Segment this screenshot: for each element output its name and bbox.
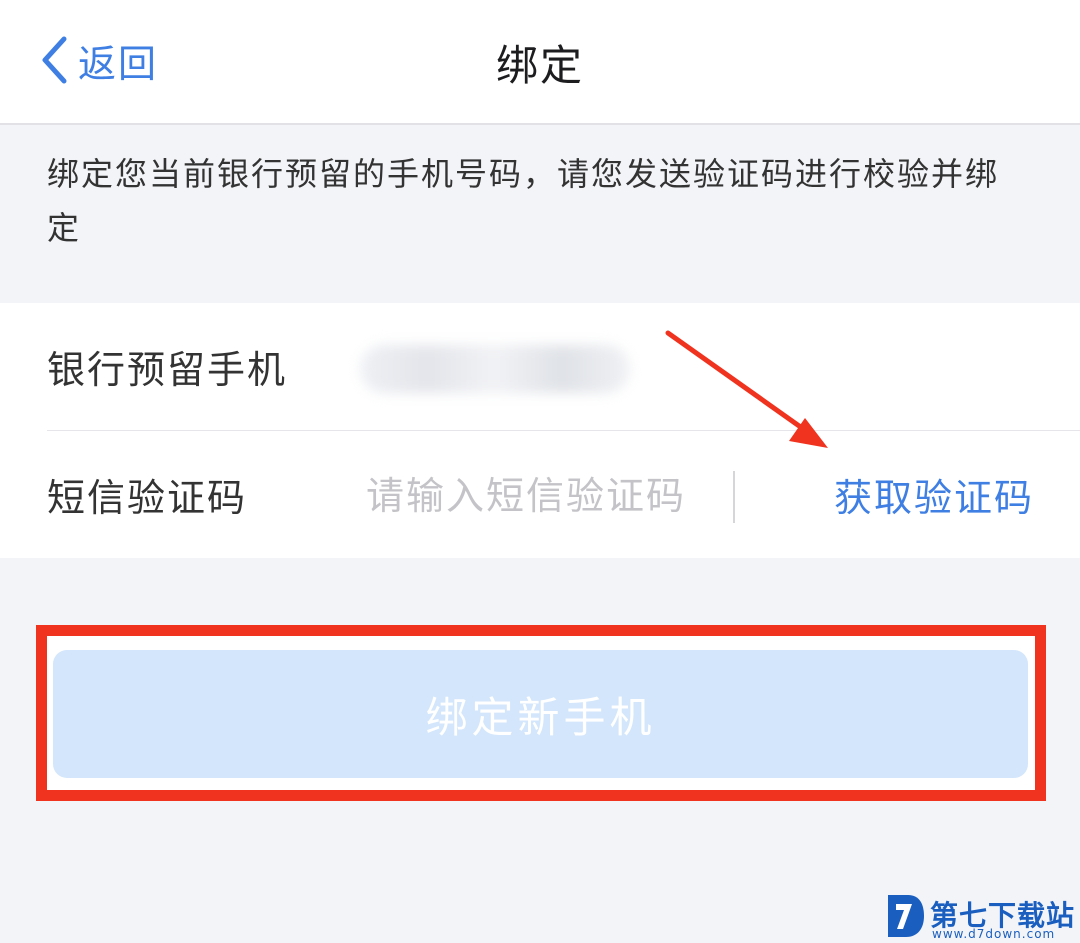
d7-logo-icon [888, 895, 924, 937]
bank-phone-label: 银行预留手机 [47, 348, 288, 392]
sms-code-row: 短信验证码 获取验证码 [0, 431, 1080, 558]
input-divider [733, 471, 735, 523]
get-code-button[interactable]: 获取验证码 [834, 467, 1034, 522]
bind-new-phone-button[interactable]: 绑定新手机 [53, 650, 1028, 778]
bind-description: 绑定您当前银行预留的手机号码，请您发送验证码进行校验并绑定 [47, 155, 1000, 247]
page-title: 绑定 [495, 41, 584, 90]
bind-form: 银行预留手机 短信验证码 获取验证码 [0, 303, 1080, 558]
navigation-bar: 返回 绑定 [0, 0, 1080, 125]
bank-phone-row: 银行预留手机 [0, 303, 1080, 430]
watermark-url: www.d7down.com [932, 927, 1056, 941]
watermark: 第七下载站 www.d7down.com [884, 893, 1074, 941]
sms-code-label: 短信验证码 [47, 476, 248, 520]
sms-code-input[interactable] [366, 469, 711, 523]
masked-phone-number [360, 345, 630, 393]
